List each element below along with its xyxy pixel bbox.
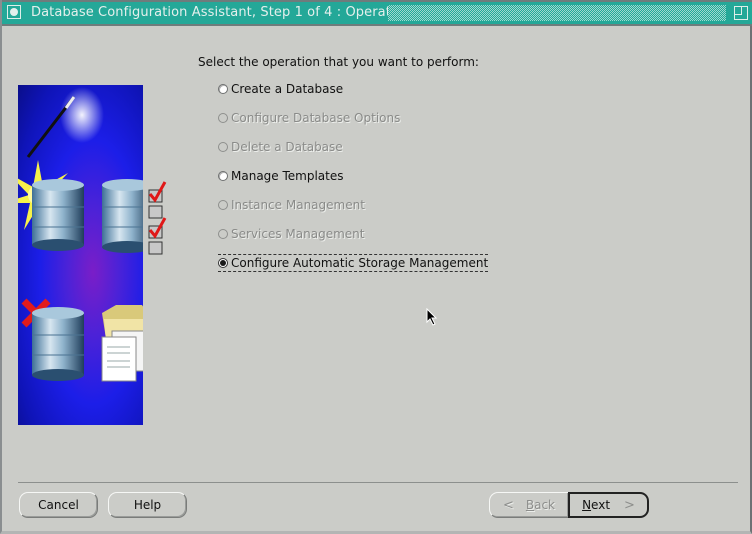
radio-button[interactable] <box>218 171 228 181</box>
radio-button[interactable] <box>218 84 228 94</box>
maximize-icon[interactable] <box>734 6 748 20</box>
radio-button <box>218 142 228 152</box>
database-cylinder-icon <box>32 179 84 251</box>
illustration-graphic <box>18 87 143 382</box>
radio-button <box>218 229 228 239</box>
option-instance-management: Instance Management <box>218 196 365 214</box>
option-services-management: Services Management <box>218 225 364 243</box>
option-manage-templates[interactable]: Manage Templates <box>218 167 344 185</box>
database-cylinder-icon <box>32 307 84 381</box>
option-configure-asm[interactable]: Configure Automatic Storage Management <box>218 254 489 272</box>
cancel-label: Cancel <box>38 498 79 512</box>
radio-button <box>218 200 228 210</box>
database-cylinder-icon <box>102 179 143 253</box>
help-label: Help <box>133 498 162 512</box>
wizard-illustration <box>18 85 143 425</box>
option-label: Configure Database Options <box>231 111 401 125</box>
next-label: Next <box>582 498 611 512</box>
option-delete-database: Delete a Database <box>218 138 343 156</box>
mouse-pointer-icon <box>426 308 438 326</box>
window-menu-icon[interactable] <box>7 5 21 19</box>
wand-glow <box>60 87 104 143</box>
radio-button-selected[interactable] <box>218 258 228 268</box>
window-title: Database Configuration Assistant, Step 1… <box>31 5 418 20</box>
next-button[interactable]: Next > <box>568 492 649 518</box>
option-configure-database-options: Configure Database Options <box>218 109 400 127</box>
footer-separator <box>18 482 738 483</box>
chevron-right-icon: > <box>624 497 635 513</box>
option-label: Services Management <box>231 227 365 241</box>
option-label: Instance Management <box>231 198 365 212</box>
dbca-window: Database Configuration Assistant, Step 1… <box>0 0 752 534</box>
back-button: < Back <box>489 492 569 518</box>
option-label: Manage Templates <box>231 169 344 183</box>
title-bar[interactable]: Database Configuration Assistant, Step 1… <box>2 0 752 26</box>
help-button[interactable]: Help <box>108 492 187 518</box>
operation-prompt: Select the operation that you want to pe… <box>198 55 479 69</box>
chevron-left-icon: < <box>502 497 514 513</box>
back-label: Back <box>525 498 556 512</box>
radio-button <box>218 113 228 123</box>
option-create-database[interactable]: Create a Database <box>218 80 343 98</box>
cancel-button[interactable]: Cancel <box>19 492 98 518</box>
checkbox-overflow-icon <box>148 181 167 255</box>
option-label: Configure Automatic Storage Management <box>231 256 489 270</box>
title-bar-drag-area[interactable] <box>388 5 726 21</box>
folder-documents-icon <box>101 305 143 382</box>
option-label: Delete a Database <box>231 140 343 154</box>
option-label: Create a Database <box>231 82 344 96</box>
